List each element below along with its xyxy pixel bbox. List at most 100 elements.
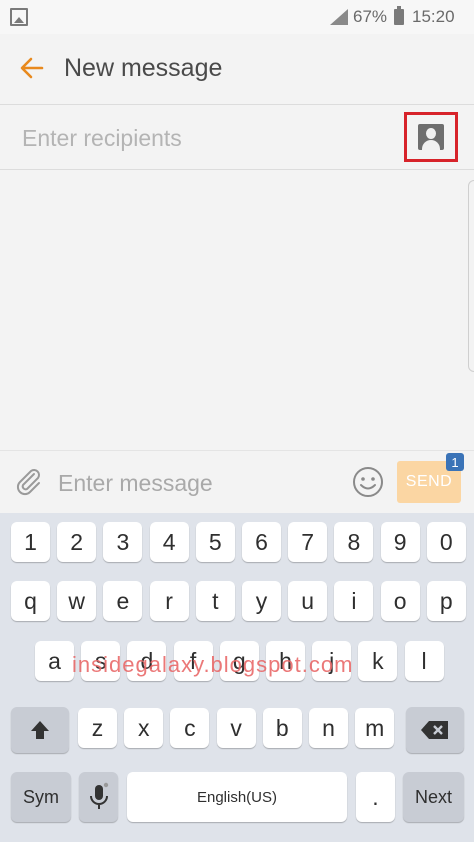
contact-icon [418, 124, 444, 150]
key-a-label: a [48, 647, 61, 674]
key-r[interactable]: r [149, 581, 189, 621]
space-key[interactable]: English(US) [127, 772, 347, 822]
period-key[interactable]: . [356, 772, 395, 822]
key-q[interactable]: q [11, 581, 50, 621]
key-k-label: k [372, 647, 384, 674]
key-u[interactable]: u [288, 581, 328, 621]
key-5-label: 5 [208, 528, 222, 555]
microphone-icon [89, 782, 108, 809]
recipients-input[interactable] [20, 121, 384, 155]
key-h-label: h [279, 647, 292, 674]
key-x-label: x [137, 714, 150, 741]
key-p[interactable]: p [426, 581, 466, 621]
key-j[interactable]: j [312, 641, 352, 681]
battery-percent: 67% [353, 7, 388, 26]
key-h[interactable]: h [266, 641, 305, 681]
key-s[interactable]: s [81, 641, 121, 681]
key-0[interactable]: 0 [426, 522, 466, 562]
status-bar: 67% 15:20 [0, 0, 474, 34]
key-i-label: i [351, 587, 357, 614]
key-d-label: d [140, 647, 154, 674]
key-z-label: z [91, 714, 104, 741]
key-9-label: 9 [393, 528, 407, 555]
key-d[interactable]: d [127, 641, 167, 681]
key-3-label: 3 [116, 528, 130, 555]
key-m[interactable]: m [355, 708, 395, 748]
key-g-label: g [232, 647, 246, 674]
key-w[interactable]: w [57, 581, 97, 621]
key-y[interactable]: y [242, 581, 281, 621]
key-f-label: f [189, 647, 197, 674]
key-b-label: b [275, 714, 289, 741]
sym-key-label: Sym [23, 786, 59, 807]
key-s-label: s [94, 647, 107, 674]
key-5[interactable]: 5 [195, 522, 235, 562]
sim-badge: 1 [446, 453, 464, 471]
key-g[interactable]: g [219, 641, 259, 681]
key-l-label: l [421, 647, 427, 674]
emoji-icon[interactable] [352, 466, 384, 498]
key-1[interactable]: 1 [11, 522, 50, 562]
key-j-label: j [329, 647, 335, 674]
key-p-label: p [439, 587, 453, 614]
key-4-label: 4 [162, 528, 176, 555]
key-3[interactable]: 3 [103, 522, 143, 562]
message-input[interactable] [56, 465, 340, 501]
key-6[interactable]: 6 [242, 522, 281, 562]
key-o-label: o [393, 587, 407, 614]
key-a[interactable]: a [35, 641, 74, 681]
next-key[interactable]: Next [403, 772, 464, 822]
key-2-label: 2 [70, 528, 84, 555]
key-e-label: e [116, 587, 130, 614]
next-key-label: Next [414, 786, 452, 807]
key-y-label: y [255, 587, 268, 614]
key-i[interactable]: i [334, 581, 374, 621]
key-x[interactable]: x [124, 708, 164, 748]
signal-icon [330, 9, 348, 25]
battery-icon [394, 6, 404, 25]
key-1-label: 1 [24, 528, 37, 555]
key-m-label: m [365, 714, 385, 741]
key-9[interactable]: 9 [380, 522, 420, 562]
key-8[interactable]: 8 [334, 522, 374, 562]
key-0-label: 0 [439, 528, 453, 555]
key-2[interactable]: 2 [57, 522, 97, 562]
key-n[interactable]: n [309, 708, 348, 748]
space-key-label: English(US) [196, 788, 278, 806]
sym-key[interactable]: Sym [11, 772, 71, 822]
key-l[interactable]: l [404, 641, 444, 681]
key-v[interactable]: v [216, 708, 256, 748]
period-key-label: . [372, 783, 379, 810]
key-v-label: v [230, 714, 242, 741]
key-7-label: 7 [301, 528, 315, 555]
key-u-label: u [301, 587, 315, 614]
page-title: New message [64, 54, 223, 82]
key-z[interactable]: z [78, 708, 117, 748]
gallery-notification-icon [10, 8, 28, 26]
key-b[interactable]: b [262, 708, 302, 748]
edge-panel-handle[interactable] [468, 180, 474, 372]
key-8-label: 8 [347, 528, 361, 555]
key-t[interactable]: t [195, 581, 235, 621]
back-arrow-icon[interactable] [20, 56, 44, 80]
clock: 15:20 [412, 7, 455, 26]
voice-input-key[interactable] [79, 772, 118, 822]
key-n-label: n [322, 714, 335, 741]
key-c-label: c [184, 714, 196, 741]
contacts-button[interactable] [404, 112, 458, 162]
key-w-label: w [68, 587, 85, 614]
key-7[interactable]: 7 [288, 522, 328, 562]
key-c[interactable]: c [170, 708, 210, 748]
backspace-key[interactable] [406, 707, 464, 753]
key-e[interactable]: e [103, 581, 143, 621]
key-o[interactable]: o [380, 581, 420, 621]
key-k[interactable]: k [358, 641, 398, 681]
shift-key[interactable] [11, 707, 69, 753]
key-t-label: t [212, 587, 219, 614]
key-4[interactable]: 4 [149, 522, 189, 562]
key-6-label: 6 [255, 528, 268, 555]
recipients-row [0, 105, 474, 170]
paperclip-icon[interactable] [14, 467, 44, 497]
message-composer: SEND [0, 450, 474, 513]
key-f[interactable]: f [173, 641, 213, 681]
